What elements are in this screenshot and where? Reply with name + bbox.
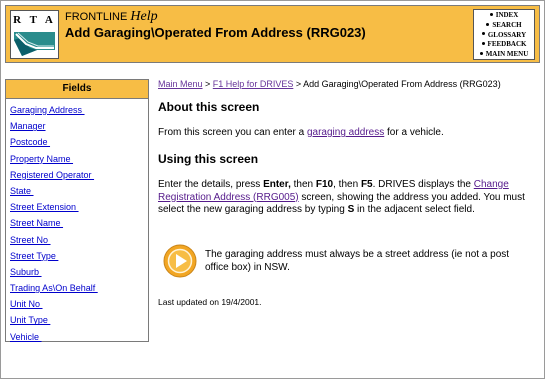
logo-text: R T A bbox=[13, 14, 56, 26]
list-item: Manager bbox=[10, 118, 148, 134]
breadcrumb-f1-help[interactable]: F1 Help for DRIVES bbox=[213, 79, 294, 89]
bullet-icon bbox=[481, 32, 485, 36]
field-link-street-type[interactable]: Street Type bbox=[10, 251, 58, 261]
page-title: Add Garaging\Operated From Address (RRG0… bbox=[65, 25, 366, 40]
nsw-map-icon bbox=[14, 32, 55, 56]
about-heading: About this screen bbox=[158, 100, 260, 114]
nav-glossary[interactable]: GLOSSARY bbox=[474, 31, 534, 41]
note-text: The garaging address must always be a st… bbox=[205, 249, 510, 273]
bullet-icon bbox=[486, 22, 490, 26]
list-item: Street Extension bbox=[10, 199, 148, 215]
nav-search[interactable]: SEARCH bbox=[474, 21, 534, 31]
breadcrumb-current: Add Garaging\Operated From Address (RRG0… bbox=[303, 79, 501, 89]
note-box: The garaging address must always be a st… bbox=[163, 243, 535, 283]
bullet-icon bbox=[489, 12, 493, 16]
list-item: Unit Type bbox=[10, 312, 148, 328]
page-header: R T A FRONTLINE Help Add Garaging\Operat… bbox=[5, 5, 540, 63]
field-link-state[interactable]: State bbox=[10, 186, 34, 196]
field-link-unit-no[interactable]: Unit No bbox=[10, 299, 43, 309]
field-link-garaging-address[interactable]: Garaging Address bbox=[10, 105, 85, 115]
field-link-vehicle[interactable]: Vehicle bbox=[10, 332, 42, 342]
list-item: Street Name bbox=[10, 215, 148, 231]
list-item: Unit No bbox=[10, 296, 148, 312]
breadcrumb: Main Menu > F1 Help for DRIVES > Add Gar… bbox=[158, 79, 501, 89]
top-navigation: INDEX SEARCH GLOSSARY FEEDBACK MAIN MENU bbox=[473, 9, 535, 60]
list-item: Vehicle bbox=[10, 329, 148, 345]
field-link-trading-as[interactable]: Trading As\On Behalf bbox=[10, 283, 98, 293]
field-link-registered-operator[interactable]: Registered Operator bbox=[10, 170, 94, 180]
field-link-unit-type[interactable]: Unit Type bbox=[10, 315, 50, 325]
last-updated: Last updated on 19/4/2001. bbox=[158, 297, 262, 307]
garaging-address-link[interactable]: garaging address bbox=[307, 127, 384, 138]
list-item: Registered Operator bbox=[10, 167, 148, 183]
list-item: Street No bbox=[10, 232, 148, 248]
field-link-suburb[interactable]: Suburb bbox=[10, 267, 42, 277]
nav-main-menu[interactable]: MAIN MENU bbox=[474, 50, 534, 60]
nav-index[interactable]: INDEX bbox=[474, 11, 534, 21]
using-text: Enter the details, press Enter, then F10… bbox=[158, 179, 525, 215]
field-link-manager[interactable]: Manager bbox=[10, 121, 46, 131]
list-item: State bbox=[10, 183, 148, 199]
bullet-icon bbox=[479, 52, 483, 56]
main-content: Main Menu > F1 Help for DRIVES > Add Gar… bbox=[158, 79, 538, 307]
field-link-street-name[interactable]: Street Name bbox=[10, 218, 63, 228]
field-link-property-name[interactable]: Property Name bbox=[10, 154, 73, 164]
fields-panel: Fields Garaging Address Manager Postcode… bbox=[5, 79, 149, 342]
fields-list: Garaging Address Manager Postcode Proper… bbox=[6, 99, 148, 345]
field-link-postcode[interactable]: Postcode bbox=[10, 137, 50, 147]
breadcrumb-main-menu[interactable]: Main Menu bbox=[158, 79, 203, 89]
bullet-icon bbox=[481, 42, 485, 46]
about-text: From this screen you can enter a garagin… bbox=[158, 127, 444, 138]
arrow-right-icon bbox=[163, 244, 197, 278]
rta-logo: R T A bbox=[10, 10, 59, 59]
list-item: Postcode bbox=[10, 134, 148, 150]
list-item: Street Type bbox=[10, 248, 148, 264]
help-window: R T A FRONTLINE Help Add Garaging\Operat… bbox=[0, 0, 545, 379]
list-item: Property Name bbox=[10, 151, 148, 167]
list-item: Suburb bbox=[10, 264, 148, 280]
fields-heading: Fields bbox=[6, 80, 148, 99]
app-name: FRONTLINE Help bbox=[65, 9, 158, 24]
nav-feedback[interactable]: FEEDBACK bbox=[474, 40, 534, 50]
field-link-street-extension[interactable]: Street Extension bbox=[10, 202, 79, 212]
list-item: Trading As\On Behalf bbox=[10, 280, 148, 296]
list-item: Garaging Address bbox=[10, 102, 148, 118]
using-heading: Using this screen bbox=[158, 152, 259, 166]
field-link-street-no[interactable]: Street No bbox=[10, 235, 51, 245]
